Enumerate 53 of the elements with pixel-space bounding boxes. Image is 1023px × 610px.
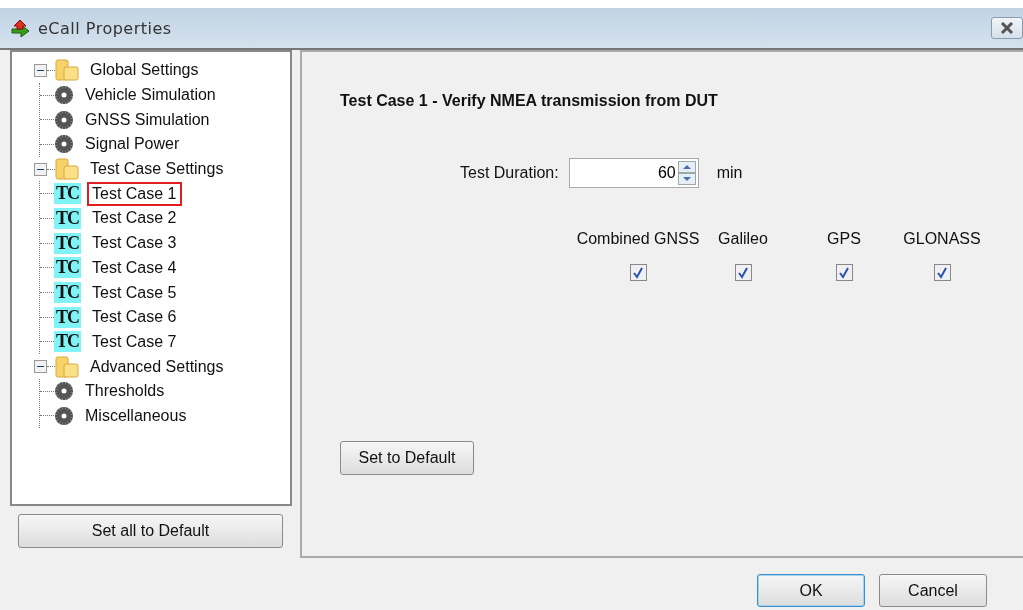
close-button[interactable]	[991, 17, 1023, 39]
gear-icon	[54, 381, 74, 402]
tc-badge: TC	[54, 183, 81, 205]
set-default-button[interactable]: Set to Default	[340, 441, 474, 475]
tree-item[interactable]: Test Case 3	[87, 231, 182, 256]
checkbox[interactable]	[933, 264, 951, 281]
gear-icon	[54, 405, 74, 426]
close-icon	[1000, 22, 1014, 34]
cancel-button[interactable]: Cancel	[879, 574, 987, 607]
tree-item[interactable]: GNSS Simulation	[80, 107, 215, 132]
folder-icon	[55, 158, 79, 181]
gear-icon	[54, 134, 74, 155]
checkbox[interactable]	[734, 264, 752, 281]
collapse-toggle[interactable]	[34, 162, 47, 176]
tc-badge: TC	[54, 232, 81, 254]
gear-icon	[54, 109, 74, 130]
collapse-toggle[interactable]	[34, 63, 47, 77]
tc-badge: TC	[54, 282, 81, 304]
tree-item[interactable]: Miscellaneous	[80, 403, 192, 428]
panel-heading: Test Case 1 - Verify NMEA transmission from DUT	[340, 92, 719, 110]
tree-item[interactable]: Test Case 2	[87, 206, 182, 231]
duration-label: Test Duration:	[460, 164, 559, 182]
system-label: Combined GNSS	[576, 230, 700, 248]
ok-button[interactable]: OK	[757, 574, 865, 607]
tree-item[interactable]: Test Case Settings	[85, 157, 229, 182]
tc-badge: TC	[54, 207, 81, 229]
collapse-toggle[interactable]	[34, 360, 47, 374]
folder-icon	[55, 355, 79, 378]
tc-badge: TC	[54, 257, 81, 279]
spinner-icon[interactable]	[677, 161, 696, 185]
tree-item[interactable]: Global Settings	[85, 58, 204, 83]
system-label: GPS	[827, 230, 861, 248]
tree-item[interactable]: Thresholds	[80, 379, 170, 404]
tree-item[interactable]: Test Case 5	[87, 280, 182, 305]
tree-item[interactable]: Test Case 4	[87, 255, 182, 280]
arrow-icon	[10, 19, 32, 37]
folder-icon	[55, 59, 79, 82]
gear-icon	[54, 85, 74, 106]
tree-item[interactable]: Test Case 1	[87, 181, 182, 206]
tree-item[interactable]: Test Case 6	[87, 305, 182, 330]
window-title: eCall Properties	[38, 18, 173, 38]
tc-badge: TC	[54, 306, 81, 328]
checkbox[interactable]	[835, 264, 853, 281]
unit-label: min	[716, 164, 743, 182]
tc-badge: TC	[54, 331, 81, 353]
tree-item[interactable]: Signal Power	[80, 132, 185, 157]
tree-item[interactable]: Test Case 7	[87, 329, 182, 354]
tree-item[interactable]: Advanced Settings	[85, 354, 229, 379]
checkbox[interactable]	[629, 264, 647, 281]
tree-item[interactable]: Vehicle Simulation	[80, 83, 221, 108]
set-all-default-button[interactable]: Set all to Default	[18, 514, 283, 548]
system-label: GLONASS	[903, 230, 981, 248]
system-label: Galileo	[718, 230, 768, 248]
